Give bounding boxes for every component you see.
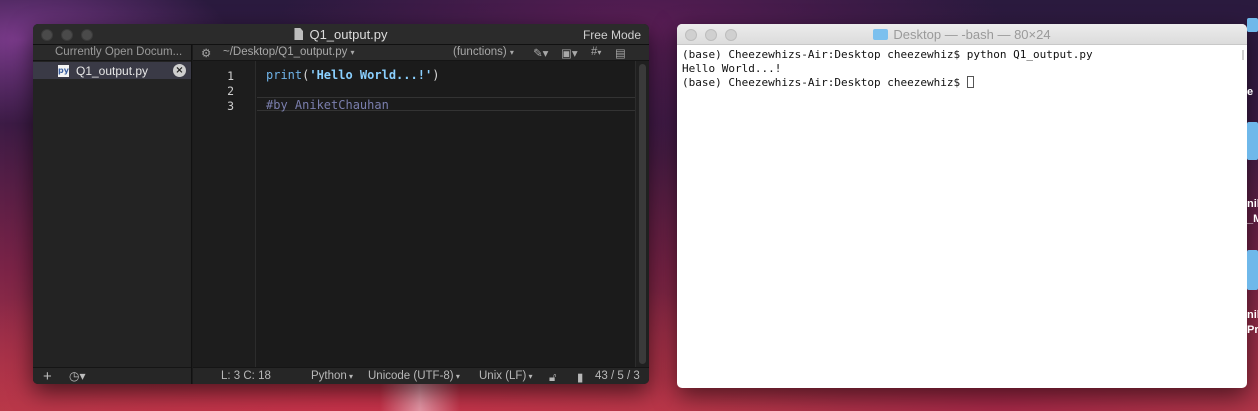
line-endings-menu[interactable]: Unix (LF) ▾ [479,370,533,382]
chevron-down-icon: ▾ [509,48,514,57]
editor-title: Q1_output.py [33,27,649,42]
bookmark-icon[interactable]: ✎▾ [533,46,548,60]
desktop-folder-icon[interactable] [1247,18,1258,32]
editor-title-text: Q1_output.py [309,27,388,42]
close-document-button[interactable]: × [173,64,186,77]
terminal-line: Hello World...! [682,62,782,75]
path-menu[interactable]: ~/Desktop/Q1_output.py ▾ [223,46,355,58]
desktop-folder-icon[interactable] [1247,122,1258,160]
chevron-down-icon: ▾ [350,48,355,57]
terminal-prompt-line: (base) Cheezewhizs-Air:Desktop cheezewhi… [682,76,1241,90]
desktop-item-label[interactable]: Pr [1247,324,1258,336]
settings-gear-icon[interactable]: ⚙ [201,46,211,60]
code-line-1: print('Hello World...!') [266,68,439,82]
encoding-label: Unicode (UTF-8) [368,370,454,382]
vertical-scrollbar[interactable] [635,61,649,367]
open-documents-sidebar: Currently Open Docum... py Q1_output.py … [33,45,192,384]
mode-indicator[interactable]: Free Mode [583,28,641,42]
functions-label: (functions) [453,46,507,58]
cursor-position[interactable]: L: 3 C: 18 [221,370,271,382]
code-string: 'Hello World...!' [309,68,433,82]
scrollbar-thumb[interactable] [639,64,646,364]
editor-main: ⚙ ~/Desktop/Q1_output.py ▾ (functions) ▾… [193,45,649,384]
language-menu[interactable]: Python ▾ [311,370,353,382]
terminal-titlebar[interactable]: Desktop — -bash — 80×24 [677,24,1247,45]
terminal-window[interactable]: Desktop — -bash — 80×24 (base) Cheezewhi… [677,24,1247,388]
line-number: 2 [227,84,234,98]
file-info-icon: ▮ [577,370,584,384]
encoding-menu[interactable]: Unicode (UTF-8) ▾ [368,370,460,382]
functions-menu[interactable]: (functions) ▾ [453,46,514,58]
history-button[interactable]: ◷▾ [69,369,86,383]
desktop-item-label[interactable]: _M [1247,213,1258,225]
open-document-name: Q1_output.py [76,64,149,78]
folder-icon [873,29,889,40]
hash-menu[interactable]: #▾ [591,46,601,58]
add-document-button[interactable]: + [43,368,52,384]
sidebar-footer: + ◷▾ [33,367,191,384]
code-editor[interactable]: print('Hello World...!') #by AniketChauh… [257,61,635,367]
code-paren: ) [432,68,440,82]
terminal-scroll-indicator[interactable] [1242,50,1244,60]
editor-window[interactable]: Q1_output.py Free Mode Currently Open Do… [33,24,649,384]
status-bar: L: 3 C: 18 Python ▾ Unicode (UTF-8) ▾ Un… [193,367,649,384]
line-number-gutter: 1 2 3 [193,61,256,367]
desktop-item-label[interactable]: nik [1247,198,1258,210]
sidebar-header: Currently Open Docum... [33,45,191,61]
desktop-item-label[interactable]: e [1247,86,1258,98]
line-number: 1 [227,69,234,83]
snippets-icon[interactable]: ▣▾ [561,46,578,60]
document-icon [294,28,304,40]
python-file-icon: py [58,65,69,77]
code-comment: #by AniketChauhan [266,98,389,112]
terminal-cursor [966,76,974,88]
desktop-folder-icon[interactable] [1247,250,1258,290]
line-endings-label: Unix (LF) [479,370,527,382]
terminal-prompt: (base) Cheezewhizs-Air:Desktop cheezewhi… [682,76,967,89]
line-number: 3 [227,99,234,113]
code-keyword: print [266,68,303,82]
terminal-output[interactable]: (base) Cheezewhizs-Air:Desktop cheezewhi… [682,48,1241,388]
lock-icon[interactable]: 🔓︎ [549,370,556,384]
desktop-item-label[interactable]: nik [1247,309,1258,321]
code-line-3: #by AniketChauhan [266,98,389,112]
navigation-bar: ⚙ ~/Desktop/Q1_output.py ▾ (functions) ▾… [193,45,649,61]
open-document-item[interactable]: py Q1_output.py × [33,62,191,79]
editor-titlebar[interactable]: Q1_output.py Free Mode [33,24,649,45]
terminal-title: Desktop — -bash — 80×24 [677,27,1247,42]
language-label: Python [311,370,347,382]
terminal-line: (base) Cheezewhizs-Air:Desktop cheezewhi… [682,48,1093,61]
document-info-icon[interactable]: ▤ [615,46,626,60]
document-counts: 43 / 5 / 3 [595,370,640,382]
terminal-title-text: Desktop — -bash — 80×24 [893,27,1051,42]
path-label: ~/Desktop/Q1_output.py [223,46,348,58]
